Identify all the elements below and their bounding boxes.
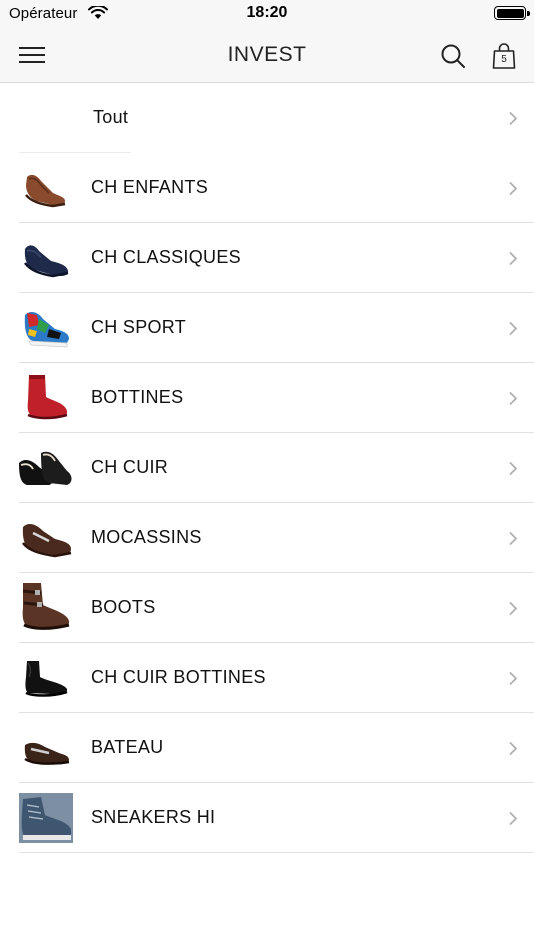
navigation-bar: INVEST 5: [0, 28, 534, 83]
category-row-boots[interactable]: BOOTS: [0, 573, 534, 643]
battery-icon: [494, 6, 530, 20]
category-row-ch-classiques[interactable]: CH CLASSIQUES: [0, 223, 534, 293]
chevron-right-icon: [509, 741, 518, 756]
chevron-right-icon: [509, 181, 518, 196]
navy-suede-shoe-thumbnail: [24, 245, 69, 278]
row-divider: [19, 852, 534, 853]
brown-boat-shoe-thumbnail: [24, 742, 70, 765]
shopping-bag-button[interactable]: 5: [491, 42, 517, 70]
category-row-mocassins[interactable]: MOCASSINS: [0, 503, 534, 573]
category-label: CH CUIR: [91, 457, 169, 477]
category-label: CH CUIR BOTTINES: [91, 667, 266, 687]
cart-count-badge: 5: [501, 54, 507, 65]
category-row-ch-cuir[interactable]: CH CUIR: [0, 433, 534, 503]
category-label: BATEAU: [91, 737, 164, 757]
black-velvet-loafers-thumbnail: [19, 451, 72, 485]
category-label: CH CLASSIQUES: [91, 247, 241, 267]
brown-derby-shoe-thumbnail: [25, 174, 66, 208]
black-leather-ankle-boot-thumbnail: [25, 661, 68, 697]
category-row-ch-cuir-bottines[interactable]: CH CUIR BOTTINES: [0, 643, 534, 713]
colorful-sneaker-thumbnail: [24, 312, 69, 348]
chevron-right-icon: [509, 601, 518, 616]
chevron-right-icon: [509, 321, 518, 336]
category-row-bateau[interactable]: BATEAU: [0, 713, 534, 783]
category-label: CH ENFANTS: [91, 177, 209, 197]
chevron-right-icon: [509, 391, 518, 406]
category-label: Tout: [93, 107, 129, 127]
brown-buckle-boot-thumbnail: [22, 583, 70, 630]
category-list: Tout CH ENFANTS CH CLASSIQUES CH SPORT B…: [0, 83, 534, 853]
status-bar: Opérateur 18:20: [0, 0, 534, 28]
category-row-ch-sport[interactable]: CH SPORT: [0, 293, 534, 363]
category-label: BOOTS: [91, 597, 156, 617]
chevron-right-icon: [509, 531, 518, 546]
category-row-bottines[interactable]: BOTTINES: [0, 363, 534, 433]
category-row-sneakers-hi[interactable]: SNEAKERS HI: [0, 783, 534, 853]
category-row-tout[interactable]: Tout: [0, 83, 534, 153]
chevron-right-icon: [509, 671, 518, 686]
brown-moccasin-thumbnail: [22, 524, 72, 558]
category-label: BOTTINES: [91, 387, 184, 407]
search-icon[interactable]: [440, 43, 466, 69]
chevron-right-icon: [509, 111, 518, 126]
category-label: CH SPORT: [91, 317, 187, 337]
category-row-ch-enfants[interactable]: CH ENFANTS: [0, 153, 534, 223]
status-time: 18:20: [246, 4, 288, 21]
chevron-right-icon: [509, 251, 518, 266]
blue-high-top-sneaker-thumbnail: [19, 793, 73, 843]
chevron-right-icon: [509, 811, 518, 826]
red-chelsea-boot-thumbnail: [27, 375, 68, 420]
chevron-right-icon: [509, 461, 518, 476]
category-label: MOCASSINS: [91, 527, 202, 547]
category-label: SNEAKERS HI: [91, 807, 216, 827]
